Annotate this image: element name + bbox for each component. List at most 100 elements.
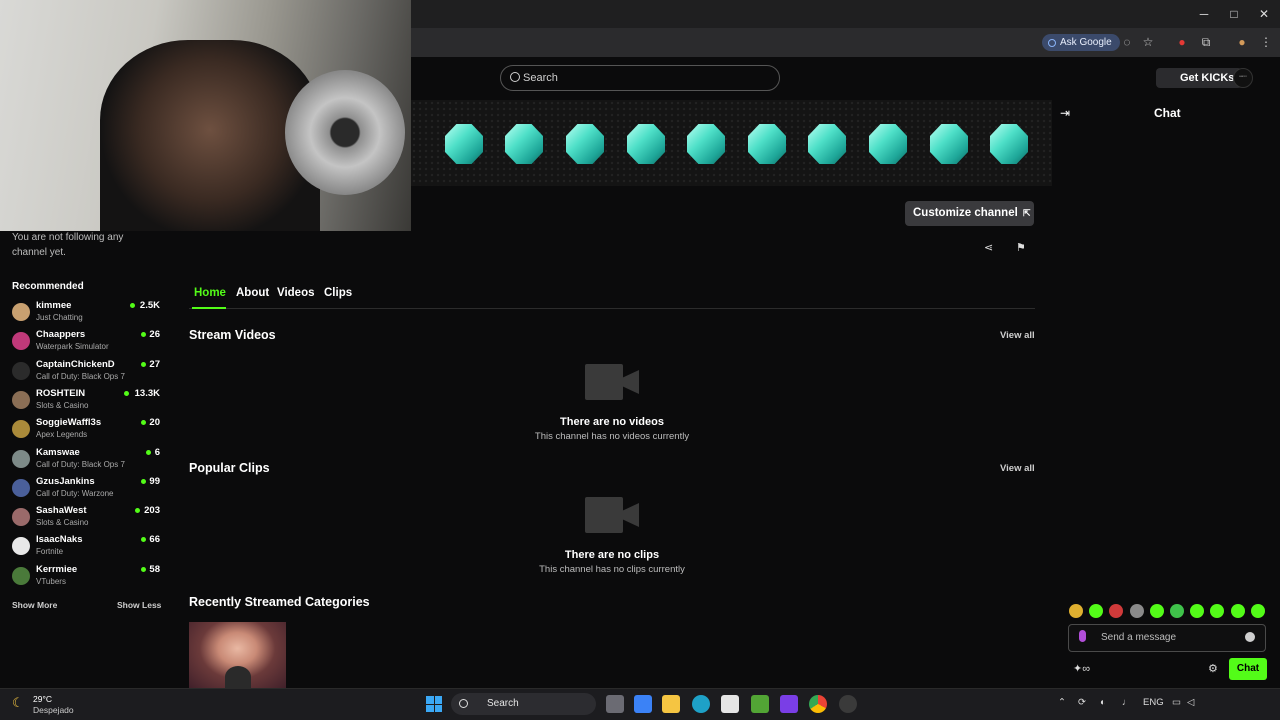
obs-icon[interactable] (839, 695, 857, 713)
weather-moon-icon: ☾ (12, 695, 24, 710)
chat-emote[interactable] (1230, 604, 1245, 618)
copilot-icon[interactable] (634, 695, 652, 713)
view-all-clips-link[interactable]: View all (1000, 463, 1035, 474)
chat-message-input[interactable]: Send a message (1068, 624, 1266, 652)
chat-settings-gear-icon[interactable]: ⚙ (1208, 662, 1218, 675)
visual-studio-icon[interactable] (780, 695, 798, 713)
live-indicator-dot (140, 332, 146, 338)
recommended-channel[interactable]: IsaacNaks Fortnite 66 (12, 534, 160, 560)
weather-temperature: 29°C (33, 694, 52, 704)
channel-name: Kamswae (36, 446, 80, 458)
view-all-videos-link[interactable]: View all (1000, 330, 1035, 341)
tray-chevron-up-icon[interactable]: ⌃ (1058, 697, 1066, 708)
minimize-button[interactable]: ─ (1196, 6, 1212, 22)
recommended-channel[interactable]: kimmee Just Chatting 2.5K (12, 300, 160, 326)
category-thumbnail[interactable] (189, 622, 286, 688)
search-input[interactable]: Search (500, 65, 780, 91)
channel-category: VTubers (36, 576, 66, 586)
store-icon[interactable] (721, 695, 739, 713)
recommended-channel[interactable]: CaptainChickenD Call of Duty: Black Ops 7… (12, 359, 160, 385)
customize-channel-label: Customize channel (913, 207, 1018, 219)
banner-gem (687, 124, 725, 164)
chat-emote[interactable] (1250, 604, 1265, 618)
banner-gem (869, 124, 907, 164)
video-camera-icon (585, 497, 639, 533)
minecraft-icon[interactable] (751, 695, 769, 713)
bookmark-star-icon[interactable]: ☆ (1140, 34, 1156, 50)
tray-sync-icon[interactable]: ⟳ (1078, 697, 1086, 708)
recommended-channel[interactable]: ROSHTEIN Slots & Casino 13.3K (12, 388, 160, 414)
chat-emote[interactable] (1210, 604, 1225, 618)
taskbar-search[interactable]: Search (451, 693, 596, 715)
get-kicks-button[interactable]: Get KICKs (1156, 68, 1243, 88)
edge-icon[interactable] (692, 695, 710, 713)
recommended-channel[interactable]: SoggieWaffl3s Apex Legends 20 (12, 417, 160, 443)
tab-clips[interactable]: Clips (324, 287, 352, 299)
channel-name: kimmee (36, 300, 72, 311)
chat-emote[interactable] (1170, 604, 1184, 618)
banner-gem (808, 124, 846, 164)
recommended-channel[interactable]: GzusJankins Call of Duty: Warzone 99 (12, 476, 160, 502)
chat-emote[interactable] (1129, 604, 1144, 618)
emoji-icon[interactable] (1245, 632, 1255, 642)
live-indicator-dot (140, 478, 146, 484)
microphone-icon[interactable] (1079, 630, 1086, 642)
search-icon (510, 72, 520, 82)
profile-icon[interactable]: ● (1234, 34, 1250, 50)
recommended-channel[interactable]: SashaWest Slots & Casino 203 (12, 505, 160, 531)
browser-menu-icon[interactable]: ⋮ (1258, 34, 1274, 50)
network-icon[interactable]: ▭ (1172, 697, 1181, 708)
collapse-chat-icon[interactable]: ⇥ (1060, 106, 1070, 120)
banner-gem (505, 124, 543, 164)
user-avatar[interactable]: aaron (1233, 68, 1253, 88)
customize-channel-button[interactable]: Customize channel ⇱ (905, 201, 1034, 226)
task-view-icon[interactable] (606, 695, 624, 713)
tray-app-icon[interactable]: ◐ (1100, 697, 1106, 708)
live-indicator-dot (140, 361, 146, 367)
windows-start-icon[interactable] (426, 696, 442, 712)
show-more-link[interactable]: Show More (12, 600, 57, 610)
google-lens-icon (1048, 38, 1056, 47)
recommended-channel[interactable]: Kamswae Call of Duty: Black Ops 7 6 (12, 447, 160, 473)
recommended-title: Recommended (12, 281, 84, 292)
chat-emote[interactable] (1149, 604, 1164, 618)
tray-microphone-icon[interactable]: ♩ (1122, 697, 1132, 708)
chrome-icon[interactable] (809, 695, 827, 713)
maximize-button[interactable]: □ (1226, 6, 1242, 22)
extension-icon[interactable]: ● (1174, 34, 1190, 50)
file-explorer-icon[interactable] (662, 695, 680, 713)
tab-home[interactable]: Home (194, 287, 226, 299)
channel-points-icon[interactable]: ✦∞ (1073, 662, 1090, 675)
channel-avatar (12, 537, 30, 556)
close-window-button[interactable]: ✕ (1256, 6, 1272, 22)
show-less-link[interactable]: Show Less (117, 600, 161, 610)
tab-videos[interactable]: Videos (277, 287, 315, 299)
share-icon[interactable]: ⋖ (984, 241, 993, 254)
viewer-count: 20 (149, 417, 160, 429)
send-chat-button[interactable]: Chat (1229, 658, 1267, 680)
channel-name: IsaacNaks (36, 534, 83, 546)
tab-about[interactable]: About (236, 287, 269, 299)
channel-name: ROSHTEIN (36, 387, 86, 399)
live-indicator-dot (146, 449, 152, 455)
extensions-puzzle-icon[interactable]: ⧉ (1198, 34, 1214, 50)
channel-category: Fortnite (36, 547, 64, 557)
chat-emote[interactable] (1109, 604, 1124, 618)
webcam-fan (285, 70, 405, 195)
taskbar-search-icon (459, 699, 468, 708)
external-link-icon: ⇱ (1023, 208, 1031, 218)
chat-emote[interactable] (1069, 604, 1083, 618)
channel-avatar (12, 303, 30, 321)
viewer-count: 99 (149, 475, 160, 487)
ask-google-button[interactable]: Ask Google (1042, 34, 1120, 51)
chat-emote[interactable] (1190, 604, 1205, 618)
volume-icon[interactable]: ◁ (1187, 697, 1194, 708)
chat-emote[interactable] (1089, 604, 1104, 618)
eye-off-icon[interactable]: ◌ (1119, 34, 1135, 50)
live-indicator-dot (140, 537, 146, 543)
recommended-channel[interactable]: Chaappers Waterpark Simulator 26 (12, 329, 160, 355)
stream-videos-title: Stream Videos (189, 328, 276, 342)
report-user-icon[interactable]: ⚑ (1016, 241, 1026, 254)
language-indicator[interactable]: ENG (1143, 697, 1164, 708)
recommended-channel[interactable]: Kerrmiee VTubers 58 (12, 564, 160, 590)
